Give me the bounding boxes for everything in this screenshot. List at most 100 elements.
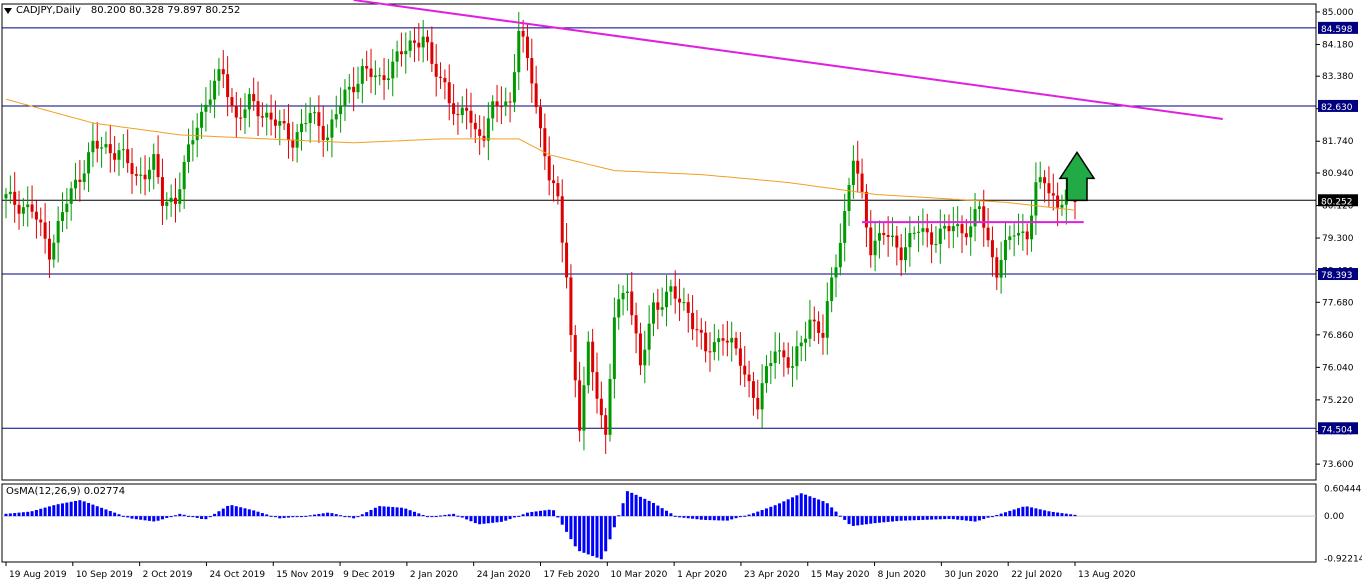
osma-bar [213,513,217,517]
osma-bar [565,516,569,532]
candle-body [191,140,195,145]
osma-bar [204,516,208,520]
price-tick-label: 81.740 [1322,137,1354,147]
candle-body [851,160,855,186]
candle-body [678,298,682,303]
candle-body [152,154,156,170]
osma-bar [373,507,377,517]
price-pane-frame [1,3,1317,481]
osma-bar [625,491,629,517]
candle-body [304,123,308,125]
candle-body [521,30,525,37]
candle-body [917,231,921,233]
chart-window[interactable]: 85.00084.18083.38082.56081.74080.94080.1… [0,0,1362,584]
candle-body [534,83,538,108]
osma-bar [499,516,503,522]
dropdown-triangle-icon[interactable] [4,7,12,14]
time-label: 30 Jun 2020 [944,570,998,580]
osma-bar [234,506,238,517]
osma-bar [121,515,125,517]
candle-body [830,277,834,302]
osma-bar [930,516,934,520]
candle-body [1012,235,1016,237]
osma-bar [573,516,577,547]
osma-bar [4,513,8,517]
osma-bar [187,515,191,517]
candle-body [439,76,443,78]
osma-bar [769,506,773,517]
candle-body [234,106,238,118]
osma-bar [343,516,347,518]
osma-bar [465,516,469,520]
price-chart[interactable]: 85.00084.18083.38082.56081.74080.94080.1… [0,0,1362,584]
osma-bar [434,516,438,518]
candle-body [938,228,942,244]
osma-bar [534,511,538,517]
candle-body [834,267,838,278]
candle-body [299,123,303,133]
candle-body [473,122,477,130]
candle-body [656,302,660,310]
osma-bar [299,516,303,518]
osma-bar [612,516,616,528]
candle-body [491,101,495,119]
osma-bar [486,516,490,524]
price-tick-label: 75.220 [1322,396,1354,406]
candle-body [356,83,360,93]
level-tag-label: 82.630 [1321,103,1353,113]
osma-bar [178,513,182,517]
osma-bar [169,516,173,518]
candle-body [330,119,334,138]
candle-body [286,123,290,140]
candle-body [795,346,799,367]
candle-body [925,228,929,233]
osma-bar [799,493,803,517]
candle-body [282,121,286,124]
candle-body [91,140,95,153]
candle-body [121,149,125,151]
candle-body [886,235,890,237]
candle-body [821,332,825,338]
osma-bar [977,516,981,521]
osma-bar [421,515,425,517]
osma-bar [195,516,199,518]
osma-bar [134,516,138,520]
osma-bar [738,516,742,518]
candle-body [443,77,447,83]
osma-bar [656,505,660,517]
candle-body [973,209,977,227]
candle-body [1003,240,1007,260]
candle-body [382,75,386,81]
osma-bar [864,516,868,525]
candle-body [760,383,764,410]
candle-body [782,350,786,358]
osma-bar [778,503,782,517]
osma-pane-frame [1,483,1317,563]
osma-bar [478,516,482,525]
osma-bar [339,515,343,517]
candle-body [599,398,603,416]
price-tick-label: 80.940 [1322,169,1354,179]
time-label: 2 Jan 2020 [410,570,458,580]
osma-bar [725,516,729,521]
candle-body [160,177,164,206]
osma-bar [269,515,273,517]
candle-body [126,149,130,164]
osma-bar [408,510,412,517]
candle-body [347,86,351,90]
osma-bar [21,512,25,517]
candle-body [617,299,621,318]
osma-bar [74,500,78,517]
time-label: 22 Jul 2020 [1011,570,1062,580]
candle-body [378,75,382,77]
candle-body [495,101,499,107]
candle-body [486,118,490,141]
osma-bar [943,516,947,520]
osma-bar [252,510,256,517]
osma-bar [156,516,160,521]
osma-bar [804,494,808,517]
osma-scale-label: -0.92214 [1324,554,1362,564]
candle-body [221,69,225,75]
candle-body [708,351,712,353]
osma-bar [869,516,873,524]
